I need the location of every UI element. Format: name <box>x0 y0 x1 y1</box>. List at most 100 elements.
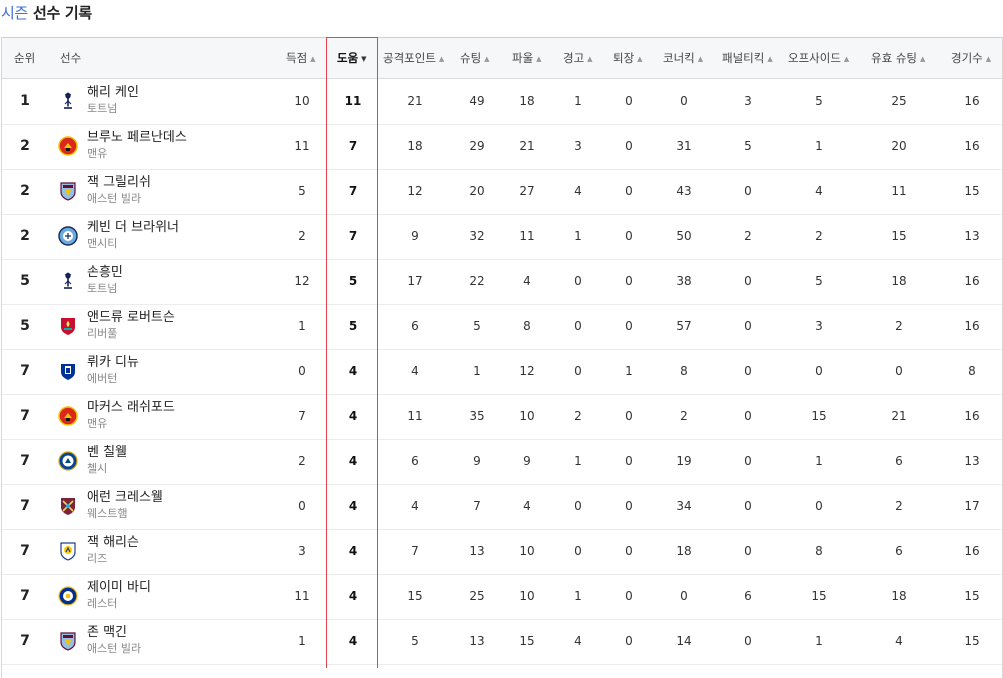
club-crest-icon <box>58 541 78 561</box>
header-offsides[interactable]: 오프사이드 ▲ <box>788 38 849 78</box>
goals-cell: 12 <box>294 274 310 288</box>
shots-cell: 29 <box>469 139 485 153</box>
club-crest-icon <box>58 361 78 381</box>
sort-icon: ▲ <box>438 54 445 63</box>
red-cards-cell: 0 <box>625 229 633 243</box>
header-on-target[interactable]: 유효 슈팅 ▲ <box>871 38 925 78</box>
games-cell: 16 <box>964 409 980 423</box>
offsides-cell: 4 <box>815 184 823 198</box>
table-header: 순위 선수 득점 ▲ 도움 ▼ 공격포인트 ▲ 슈팅 ▲ 파울 ▲ 경고 ▲ 퇴장 ▲ 코너킥… <box>2 38 1002 79</box>
table-row[interactable]: 7 뤼카 디뉴 에버턴 0 4 4 1 12 0 1 8 0 0 0 8 <box>2 349 1002 395</box>
player-name[interactable]: 벤 칠웰 <box>87 445 127 461</box>
shots-on-target-cell: 20 <box>891 139 907 153</box>
player-name[interactable]: 제이미 바디 <box>87 580 151 596</box>
corners-cell: 57 <box>676 319 692 333</box>
corners-cell: 34 <box>676 499 692 513</box>
fouls-cell: 10 <box>519 589 535 603</box>
yellow-cards-cell: 1 <box>574 589 582 603</box>
shots-on-target-cell: 2 <box>895 499 903 513</box>
fouls-cell: 15 <box>519 634 535 648</box>
header-penalties[interactable]: 패널티킥 ▲ <box>722 38 773 78</box>
offsides-cell: 1 <box>815 139 823 153</box>
header-assists[interactable]: 도움 ▼ <box>337 38 367 78</box>
red-cards-cell: 0 <box>625 589 633 603</box>
table-row[interactable]: 2 브루노 페르난데스 맨유 11 7 18 29 21 3 0 31 5 1 20 16 <box>2 124 1002 170</box>
penalties-cell: 0 <box>744 274 752 288</box>
table-row[interactable]: 2 케빈 더 브라위너 맨시티 2 7 9 32 11 1 0 50 2 2 15 13 <box>2 214 1002 260</box>
corners-cell: 2 <box>680 409 688 423</box>
club-crest-icon <box>58 631 78 651</box>
player-name[interactable]: 브루노 페르난데스 <box>87 130 187 146</box>
player-name[interactable]: 존 맥긴 <box>87 625 127 641</box>
table-row[interactable]: 5 앤드류 로버트슨 리버풀 1 5 6 5 8 0 0 57 0 3 2 16 <box>2 304 1002 350</box>
table-row[interactable]: 7 잭 해리슨 리즈 3 4 7 13 10 0 0 18 0 8 6 16 <box>2 529 1002 575</box>
table-row[interactable]: 7 제이미 바디 레스터 11 4 15 25 10 1 0 0 6 15 18 15 <box>2 574 1002 620</box>
fouls-cell: 10 <box>519 544 535 558</box>
rank-cell: 7 <box>20 498 30 514</box>
table-row[interactable]: 7 애런 크레스웰 웨스트햄 0 4 4 7 4 0 0 34 0 0 2 17 <box>2 484 1002 530</box>
season-label[interactable]: 시즌 <box>1 4 28 22</box>
sort-icon: ▲ <box>985 54 992 63</box>
table-row[interactable]: 2 잭 그릴리쉬 애스턴 빌라 5 7 12 20 27 4 0 43 0 4 11 15 <box>2 169 1002 215</box>
header-corners[interactable]: 코너킥 ▲ <box>663 38 703 78</box>
header-yellow[interactable]: 경고 ▲ <box>563 38 593 78</box>
red-cards-cell: 0 <box>625 634 633 648</box>
header-fouls[interactable]: 파울 ▲ <box>512 38 542 78</box>
corners-cell: 18 <box>676 544 692 558</box>
shots-on-target-cell: 11 <box>891 184 907 198</box>
shots-on-target-cell: 6 <box>895 454 903 468</box>
club-crest-icon <box>58 406 78 426</box>
assists-cell: 7 <box>348 184 358 198</box>
offsides-cell: 0 <box>815 364 823 378</box>
games-cell: 17 <box>964 499 980 513</box>
yellow-cards-cell: 3 <box>574 139 582 153</box>
shots-cell: 20 <box>469 184 485 198</box>
shots-on-target-cell: 0 <box>895 364 903 378</box>
attack-points-cell: 17 <box>407 274 423 288</box>
games-cell: 16 <box>964 544 980 558</box>
player-name[interactable]: 잭 그릴리쉬 <box>87 175 151 191</box>
player-name[interactable]: 해리 케인 <box>87 85 139 101</box>
player-name[interactable]: 애런 크레스웰 <box>87 490 163 506</box>
table-row[interactable]: 7 벤 칠웰 첼시 2 4 6 9 9 1 0 19 0 1 6 13 <box>2 439 1002 485</box>
attack-points-cell: 21 <box>407 94 423 108</box>
header-rank: 순위 <box>14 51 36 65</box>
player-team: 맨시티 <box>87 237 118 250</box>
table-row[interactable]: 1 해리 케인 토트넘 10 11 21 49 18 1 0 0 3 5 25 16 <box>2 79 1002 125</box>
offsides-cell: 0 <box>815 499 823 513</box>
games-cell: 15 <box>964 589 980 603</box>
sort-icon: ▲ <box>697 54 704 63</box>
header-attack-points[interactable]: 공격포인트 ▲ <box>383 38 444 78</box>
offsides-cell: 5 <box>815 274 823 288</box>
header-goals[interactable]: 득점 ▲ <box>286 38 316 78</box>
attack-points-cell: 7 <box>411 544 419 558</box>
player-name[interactable]: 잭 해리슨 <box>87 535 139 551</box>
yellow-cards-cell: 4 <box>574 184 582 198</box>
penalties-cell: 0 <box>744 634 752 648</box>
sort-icon: ▲ <box>536 54 542 63</box>
fouls-cell: 10 <box>519 409 535 423</box>
player-team: 웨스트햄 <box>87 507 128 520</box>
player-name[interactable]: 마커스 래쉬포드 <box>87 400 175 416</box>
header-shots[interactable]: 슈팅 ▲ <box>460 38 490 78</box>
player-team: 레스터 <box>87 597 118 610</box>
player-name[interactable]: 손흥민 <box>87 265 123 281</box>
shots-cell: 32 <box>469 229 485 243</box>
rank-cell: 7 <box>20 453 30 469</box>
header-red[interactable]: 퇴장 ▲ <box>613 38 643 78</box>
header-player: 선수 <box>60 51 82 65</box>
player-name[interactable]: 뤼카 디뉴 <box>87 355 139 371</box>
player-name[interactable]: 케빈 더 브라위너 <box>87 220 179 236</box>
table-row[interactable]: 7존 맥긴 애스턴 빌라 1 4 5 13 15 4 0 14 0 1 4 15 <box>2 619 1002 665</box>
shots-cell: 49 <box>469 94 485 108</box>
corners-cell: 31 <box>676 139 692 153</box>
red-cards-cell: 0 <box>625 319 633 333</box>
table-row[interactable]: 7 마커스 래쉬포드 맨유 7 4 11 35 10 2 0 2 0 15 21 16 <box>2 394 1002 440</box>
offsides-cell: 15 <box>811 409 827 423</box>
sort-icon: ▲ <box>919 54 926 63</box>
table-row[interactable]: 5 손흥민 토트넘 12 5 17 22 4 0 0 38 0 5 18 16 <box>2 259 1002 305</box>
header-games[interactable]: 경기수 ▲ <box>951 38 991 78</box>
fouls-cell: 8 <box>523 319 531 333</box>
fouls-cell: 4 <box>523 499 531 513</box>
player-name[interactable]: 앤드류 로버트슨 <box>87 310 175 326</box>
